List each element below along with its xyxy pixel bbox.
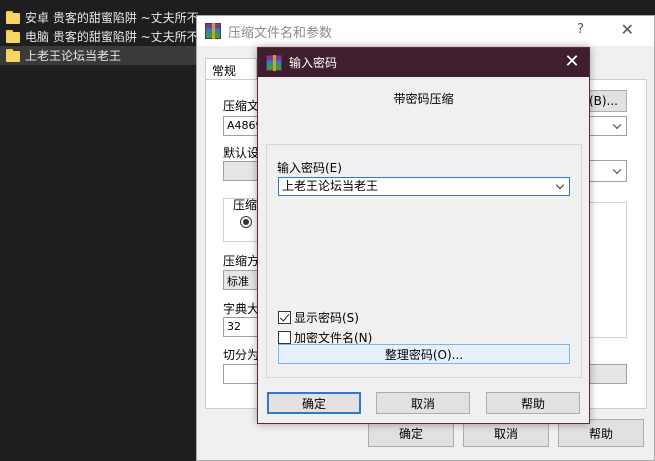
cancel-button[interactable]: 取消 (376, 392, 470, 414)
chevron-down-icon (612, 165, 622, 175)
format-radio-rar[interactable] (240, 216, 252, 228)
enter-password-dialog: 输入密码 ✕ 带密码压缩 输入密码(E) 上老王论坛当老王 显示密码(S) 加密… (257, 47, 590, 424)
tab-general[interactable]: 常规 (205, 58, 257, 80)
archive-params-title: 压缩文件名和参数 (228, 25, 333, 41)
password-label: 输入密码(E) (277, 161, 342, 175)
show-password-label: 显示密码(S) (294, 311, 359, 325)
archive-params-titlebar[interactable]: 压缩文件名和参数 (197, 16, 654, 46)
enter-password-title: 输入密码 (289, 56, 338, 70)
folder-icon (6, 30, 20, 43)
dictionary-size-label: 字典大 (223, 302, 260, 316)
help-icon[interactable]: ? (577, 22, 584, 37)
folder-icon (6, 49, 20, 62)
winrar-icon (205, 23, 221, 39)
password-group: 输入密码(E) 上老王论坛当老王 显示密码(S) 加密文件名(N) 整理密码(O… (266, 144, 582, 378)
file-name: 上老王论坛当老王 (25, 49, 122, 63)
password-header: 带密码压缩 (393, 92, 454, 106)
ok-button[interactable]: 确定 (267, 392, 361, 414)
checkbox-unchecked-icon[interactable] (278, 331, 291, 344)
show-password-checkbox[interactable]: 显示密码(S) (278, 309, 359, 326)
password-value: 上老王论坛当老王 (282, 179, 379, 193)
folder-icon (6, 11, 20, 24)
compression-method-label: 压缩方 (223, 254, 260, 268)
file-row-selected[interactable]: 上老王论坛当老王 (0, 46, 200, 65)
file-row[interactable]: 电脑 贵客的甜蜜陷阱 ~丈夫所不 (0, 27, 200, 46)
file-list: 安卓 贵客的甜蜜陷阱 ~丈夫所不 电脑 贵客的甜蜜陷阱 ~丈夫所不 上老王论坛当… (0, 8, 200, 65)
default-profile-label: 默认设 (223, 146, 260, 160)
archive-name-label: 压缩文 (223, 99, 260, 113)
winrar-icon (266, 54, 282, 71)
password-input[interactable]: 上老王论坛当老王 (278, 177, 570, 196)
organize-passwords-button[interactable]: 整理密码(O)... (278, 344, 570, 364)
file-name: 电脑 贵客的甜蜜陷阱 ~丈夫所不 (25, 30, 199, 44)
archive-format-label: 压缩 (233, 198, 258, 212)
close-icon[interactable]: ✕ (563, 50, 581, 74)
close-icon[interactable]: ✕ (621, 20, 634, 39)
chevron-down-icon[interactable] (555, 180, 565, 190)
help-button[interactable]: 帮助 (486, 392, 580, 414)
chevron-down-icon (612, 120, 622, 130)
file-name: 安卓 贵客的甜蜜陷阱 ~丈夫所不 (25, 11, 199, 25)
checkbox-checked-icon[interactable] (278, 311, 291, 324)
split-volume-label: 切分为 (223, 348, 260, 362)
file-row[interactable]: 安卓 贵客的甜蜜陷阱 ~丈夫所不 (0, 8, 200, 27)
enter-password-titlebar[interactable]: 输入密码 (258, 48, 589, 77)
